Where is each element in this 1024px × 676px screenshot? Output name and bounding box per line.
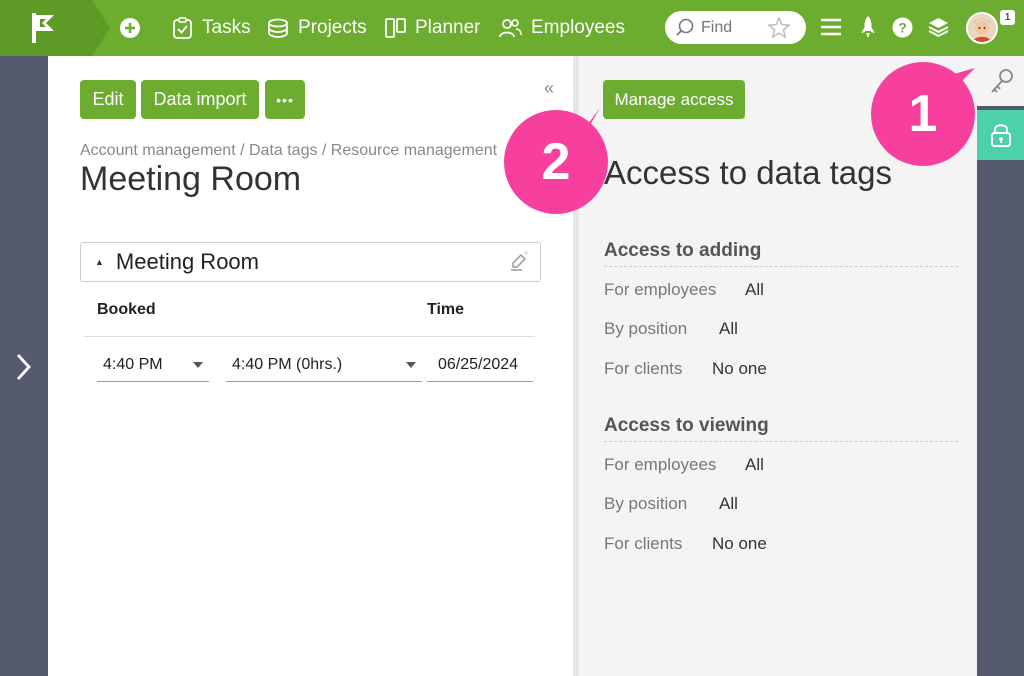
avatar[interactable] [966,12,998,44]
viewing-position-label: By position [604,494,688,513]
end-time-select[interactable]: 4:40 PM (0hrs.) [226,348,422,382]
projects-stack-icon [268,18,288,38]
adding-clients-value[interactable]: No one [712,359,767,379]
logo-arrow-shape [92,0,110,56]
clipboard-check-icon [173,17,192,39]
column-header-time: Time [427,301,465,318]
notification-badge: 1 [1000,10,1015,25]
nav-projects[interactable]: Projects [267,0,367,56]
lock-tab[interactable] [977,110,1024,160]
adding-employees-label: For employees [604,280,717,299]
access-adding-heading: Access to adding [604,240,958,267]
add-button[interactable] [119,0,141,56]
caret-down-icon [193,362,203,368]
help-icon[interactable]: ? [892,17,913,38]
caret-down-icon [406,362,416,368]
nav-employees[interactable]: Employees [499,0,625,56]
adding-employees-value[interactable]: All [745,280,764,300]
flag-logo-icon [32,13,54,43]
start-time-value: 4:40 PM [103,355,163,373]
resource-panel: Edit Data import ••• « Account managemen… [48,56,573,676]
start-time-select[interactable]: 4:40 PM [97,348,209,382]
nav-projects-label: Projects [298,17,367,38]
left-collapsed-sidebar [0,56,48,676]
nav-employees-label: Employees [531,17,625,38]
lock-icon [990,124,1011,147]
star-icon[interactable] [768,17,790,38]
svg-text:?: ? [898,20,907,36]
adding-clients-label: For clients [604,359,683,378]
date-field[interactable]: 06/25/2024 [427,348,533,382]
adding-position-value[interactable]: All [719,319,738,339]
viewing-position-value[interactable]: All [719,494,738,514]
plus-circle-icon [120,18,140,38]
layers-icon[interactable] [928,17,949,38]
end-time-value: 4:40 PM (0hrs.) [232,355,343,373]
manage-access-button[interactable]: Manage access [603,80,745,119]
viewing-employees-value[interactable]: All [745,455,764,475]
breadcrumb[interactable]: Account management / Data tags / Resourc… [80,142,497,160]
viewing-employees-label: For employees [604,455,717,474]
search-box[interactable] [665,11,806,44]
column-header-booked: Booked [97,301,156,318]
callout-two: 2 [504,110,608,214]
viewing-clients-label: For clients [604,534,683,553]
adding-position-label: By position [604,319,688,338]
collapse-triangle-icon[interactable]: ▲ [95,257,104,267]
nav-planner-label: Planner [415,17,481,38]
nav-tasks-label: Tasks [202,17,251,38]
search-icon [676,18,694,36]
nav-tasks[interactable]: Tasks [172,0,251,56]
header-divider [84,336,535,337]
more-options-button[interactable]: ••• [265,80,305,119]
section-header[interactable]: ▲ Meeting Room [80,242,541,282]
access-title: Access to data tags [604,154,892,191]
logo-area[interactable] [0,0,92,56]
edit-button[interactable]: Edit [80,80,136,119]
date-value: 06/25/2024 [438,355,519,373]
collapse-panel-icon[interactable]: « [544,78,554,99]
data-import-button[interactable]: Data import [141,80,259,119]
nav-planner[interactable]: Planner [385,0,481,56]
edit-pencil-icon[interactable] [508,251,530,273]
page-title: Meeting Room [80,160,302,198]
menu-hamburger-icon[interactable] [821,18,841,36]
viewing-clients-value[interactable]: No one [712,534,767,554]
planner-columns-icon [385,18,406,38]
user-face-icon [968,14,996,42]
top-bar: Tasks Projects Planner Employees ? 1 [0,0,1024,56]
key-icon [991,69,1013,93]
people-icon [499,19,522,38]
callout-one: 1 [871,62,975,166]
access-key-tab[interactable] [977,56,1024,106]
chevron-right-icon[interactable] [12,352,34,382]
rocket-icon[interactable] [859,16,877,38]
access-viewing-heading: Access to viewing [604,415,958,442]
section-title: Meeting Room [115,249,259,274]
